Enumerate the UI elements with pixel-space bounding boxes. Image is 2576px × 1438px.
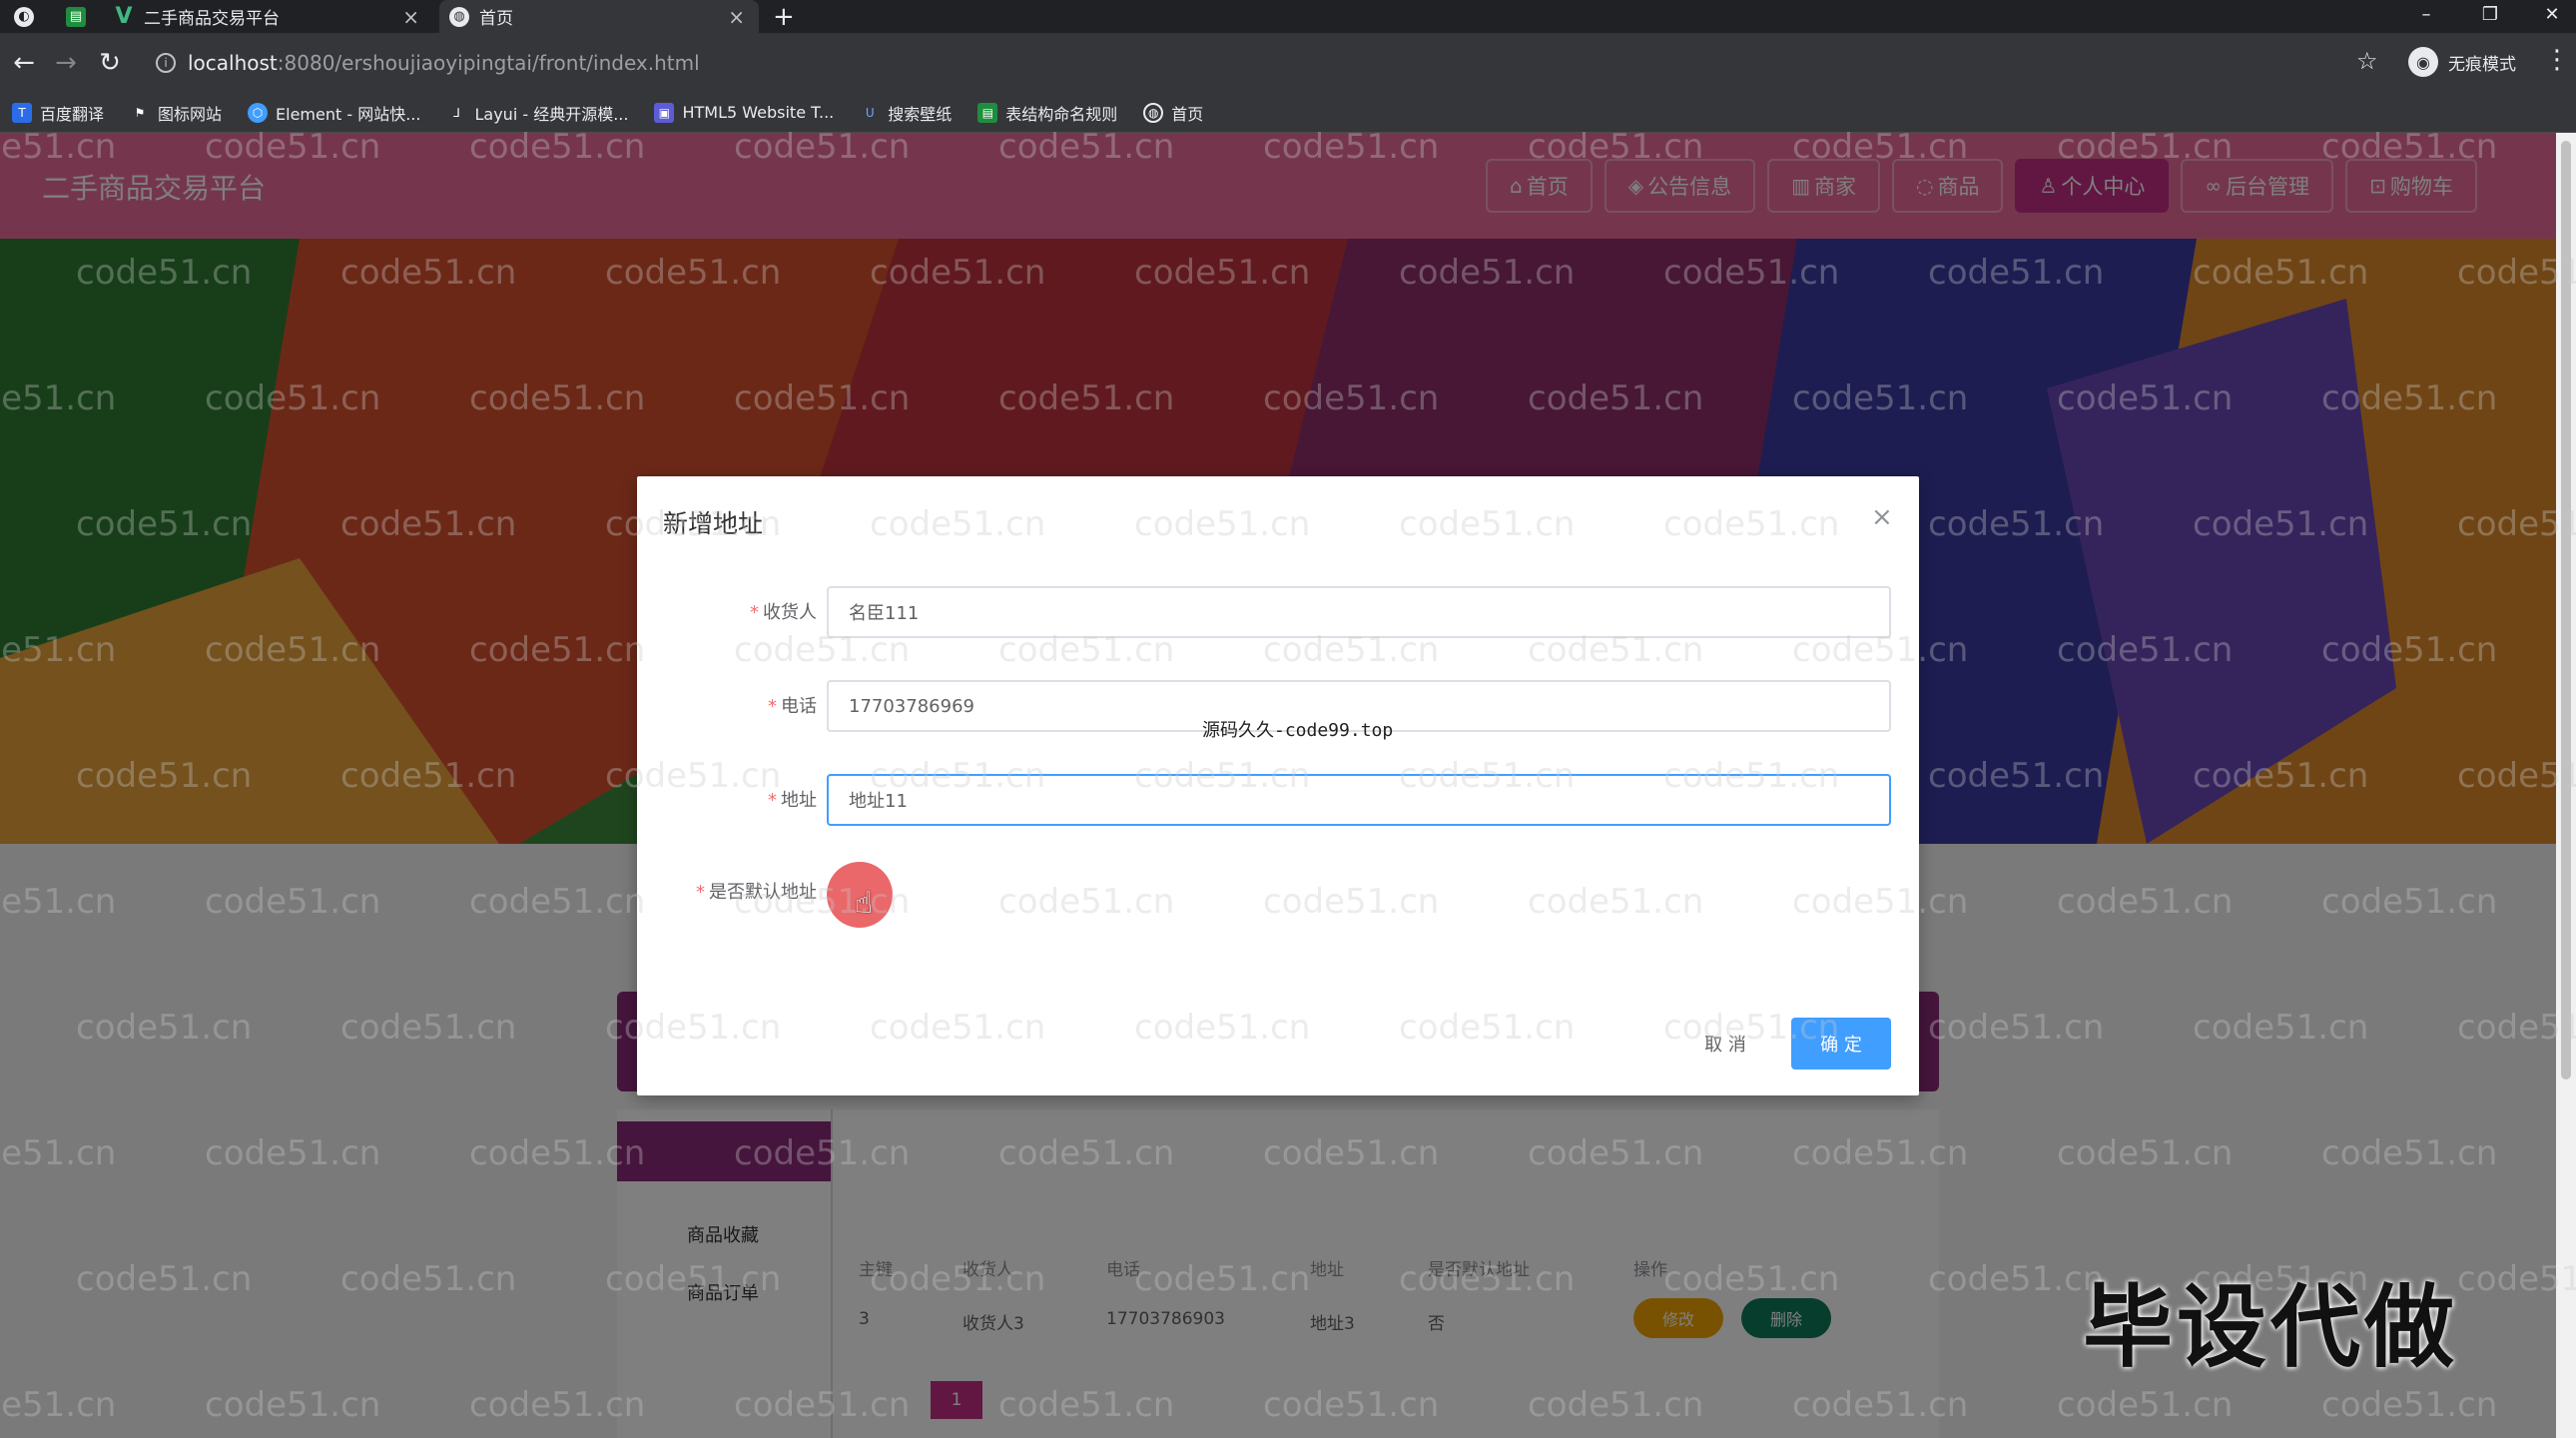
back-icon[interactable]: ← [4,33,44,93]
page-scrollbar[interactable] [2556,133,2576,1438]
profile-label: 无痕模式 [2448,54,2516,75]
incognito-icon: ◉ [2408,47,2438,77]
confirm-button[interactable]: 确 定 [1791,1018,1891,1070]
sheet-icon: ▤ [66,6,86,27]
browser-toolbar: ← → ↻ i localhost:8080/ershoujiaoyipingt… [0,33,2576,93]
restore-icon[interactable]: ❐ [2460,0,2520,28]
receiver-label: * 收货人 [750,602,817,623]
bookmark-label: 表结构命名规则 [1005,104,1118,124]
default-address-label: * 是否默认地址 [696,882,817,903]
bookmark-label: Layui - 经典开源模... [474,104,629,124]
sheet-icon: ▤ [977,102,998,123]
bookmark-label: 首页 [1171,104,1204,124]
url-host: localhost [188,51,278,75]
pointer-hand-icon: ☝ [855,886,874,921]
more-menu-icon[interactable]: ⋮ [2544,45,2570,75]
vue-icon: V [115,4,133,29]
close-window-icon[interactable]: ✕ [2522,0,2576,28]
globe-icon: ◍ [1143,102,1164,123]
bookmark-item[interactable]: ⅃ Layui - 经典开源模... [446,101,628,125]
wallpaper-icon: U [865,105,875,120]
reload-icon[interactable]: ↻ [90,33,130,93]
add-address-dialog: 新增地址 × * 收货人 名臣111 * 电话 17703786969 * 地址 地址… [637,476,1919,1095]
close-tab-icon[interactable]: × [402,5,419,29]
close-tab-icon[interactable]: × [728,5,745,29]
tab-title: 首页 [479,9,513,29]
receiver-row: * 收货人 名臣111 [637,586,1919,638]
minimize-icon[interactable]: – [2396,0,2456,28]
layui-icon: ⅃ [453,105,460,120]
address-bar[interactable]: i localhost:8080/ershoujiaoyipingtai/fro… [140,41,2376,85]
tab-sheet[interactable]: ▤ [66,0,106,33]
translate-icon: T [12,102,32,123]
corner-watermark: 毕设代做 [2083,1275,2458,1380]
default-address-row: * 是否默认地址 ☝ [637,862,1919,928]
address-row: * 地址 地址11 [637,774,1919,826]
close-icon[interactable]: × [1871,502,1893,532]
site-info-icon[interactable]: i [156,53,176,73]
browser-tabstrip: ◐ ▤ V 二手商品交易平台 × ◍ 首页 × + – ❐ ✕ [0,0,2576,33]
scrollbar-thumb[interactable] [2561,141,2571,1079]
address-label: * 地址 [768,790,817,811]
html5-icon: ▣ [654,102,675,123]
url-path: :8080/ershoujiaoyipingtai/front/index.ht… [277,51,700,75]
bookmark-item[interactable]: U 搜索壁纸 [860,101,952,125]
tab-home[interactable]: ◍ 首页 × [439,0,759,33]
web-page: 二手商品交易平台 ⌂首页 ◈公告信息 ▥商家 ◌商品 ♙个人中心 ∞后台管理 ⊡… [0,133,2556,1438]
forward-icon[interactable]: → [46,33,86,93]
globe-icon: ◍ [449,6,469,27]
dialog-title: 新增地址 [663,509,764,538]
bookmark-label: Element - 网站快... [276,104,421,124]
phone-label: * 电话 [768,696,817,717]
bookmark-label: 搜索壁纸 [888,104,953,124]
address-input[interactable]: 地址11 [827,774,1891,826]
cancel-button[interactable]: 取 消 [1675,1018,1775,1070]
bookmark-item[interactable]: ◍ 首页 [1143,101,1203,125]
default-address-switch[interactable]: ☝ [827,862,893,928]
bookmark-label: 百度翻译 [40,104,105,124]
browser-menu-icon[interactable]: ◐ [14,0,54,33]
bookmark-label: 图标网站 [158,104,223,124]
bookmark-item[interactable]: T 百度翻译 [12,101,104,125]
bookmark-item[interactable]: ⚑ 图标网站 [130,101,222,125]
bookmark-item[interactable]: ▤ 表结构命名规则 [977,101,1117,125]
overlay-caption: 源码久久-code99.top [1202,720,1394,741]
incognito-profile[interactable]: ◉ 无痕模式 [2408,47,2516,77]
bookmark-item[interactable]: ⬡ Element - 网站快... [248,101,420,125]
tab-platform[interactable]: V 二手商品交易平台 × [114,0,433,33]
receiver-input[interactable]: 名臣111 [827,586,1891,638]
bookmarks-bar: T 百度翻译 ⚑ 图标网站 ⬡ Element - 网站快... ⅃ Layui - 经… [0,93,2576,133]
tab-title: 二手商品交易平台 [144,9,280,29]
element-icon: ⬡ [248,102,269,123]
bookmark-label: HTML5 Website T... [682,103,835,122]
new-tab-icon[interactable]: + [773,0,795,33]
bookmark-star-icon[interactable]: ☆ [2356,47,2378,75]
bookmark-item[interactable]: ▣ HTML5 Website T... [654,102,835,123]
flag-icon: ⚑ [134,105,146,120]
